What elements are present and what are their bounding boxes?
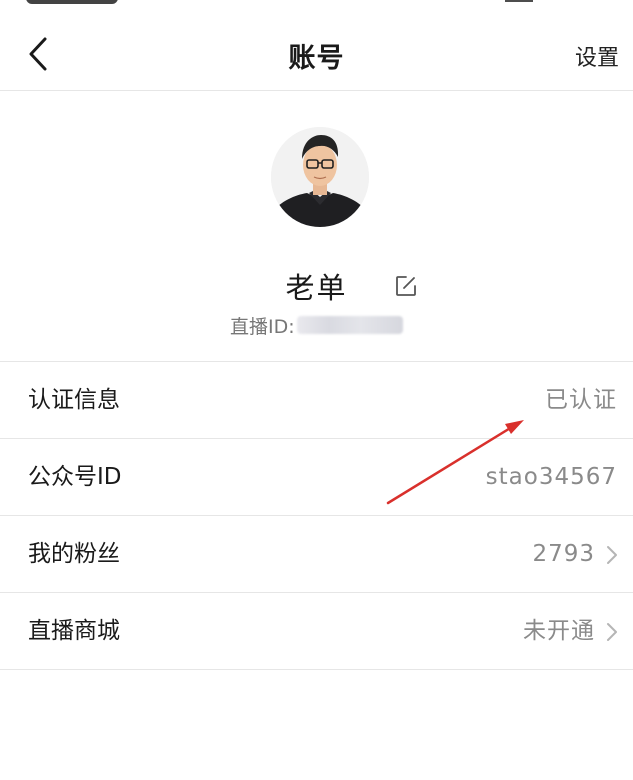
list-item-live-mall[interactable]: 直播商城 未开通: [0, 593, 633, 670]
row-value: 未开通: [523, 618, 595, 644]
navigation-bar: 账号 设置: [0, 18, 633, 91]
page-title: 账号: [288, 43, 345, 74]
chevron-right-icon: [607, 546, 617, 564]
status-bar: [0, 0, 633, 4]
chevron-right-icon: [607, 623, 617, 641]
avatar[interactable]: [271, 127, 369, 227]
edit-name-button[interactable]: [395, 275, 417, 297]
row-value: 2793: [532, 541, 595, 567]
live-id-value-blurred: **********: [296, 316, 403, 334]
settings-button[interactable]: 设置: [575, 40, 619, 72]
row-label: 直播商城: [28, 618, 120, 644]
profile-section: 老单 直播ID: **********: [0, 91, 633, 361]
account-info-list: 认证信息 已认证 公众号ID stao34567 我的粉丝 2793 直播商城 …: [0, 361, 633, 670]
live-id-label: 直播ID:: [230, 315, 295, 338]
row-label: 认证信息: [28, 387, 120, 413]
list-item-my-fans[interactable]: 我的粉丝 2793: [0, 516, 633, 593]
signal-icon: [505, 0, 533, 2]
row-value: 已认证: [545, 387, 617, 413]
list-item-official-account-id[interactable]: 公众号ID stao34567: [0, 439, 633, 516]
account-screen: 账号 设置 老单 直播ID: 认证信息 已认证 公众号ID stao34567 …: [0, 0, 633, 780]
row-label: 我的粉丝: [28, 541, 120, 567]
list-item-verification[interactable]: 认证信息 已认证: [0, 362, 633, 439]
edit-icon: [396, 276, 416, 296]
name-row: 老单: [0, 265, 633, 305]
status-time: [26, 0, 118, 4]
row-value: stao34567: [485, 464, 617, 490]
avatar-image: [271, 127, 369, 227]
row-label: 公众号ID: [28, 464, 122, 490]
live-id-row: 直播ID: **********: [230, 312, 403, 338]
nickname: 老单: [285, 271, 348, 305]
